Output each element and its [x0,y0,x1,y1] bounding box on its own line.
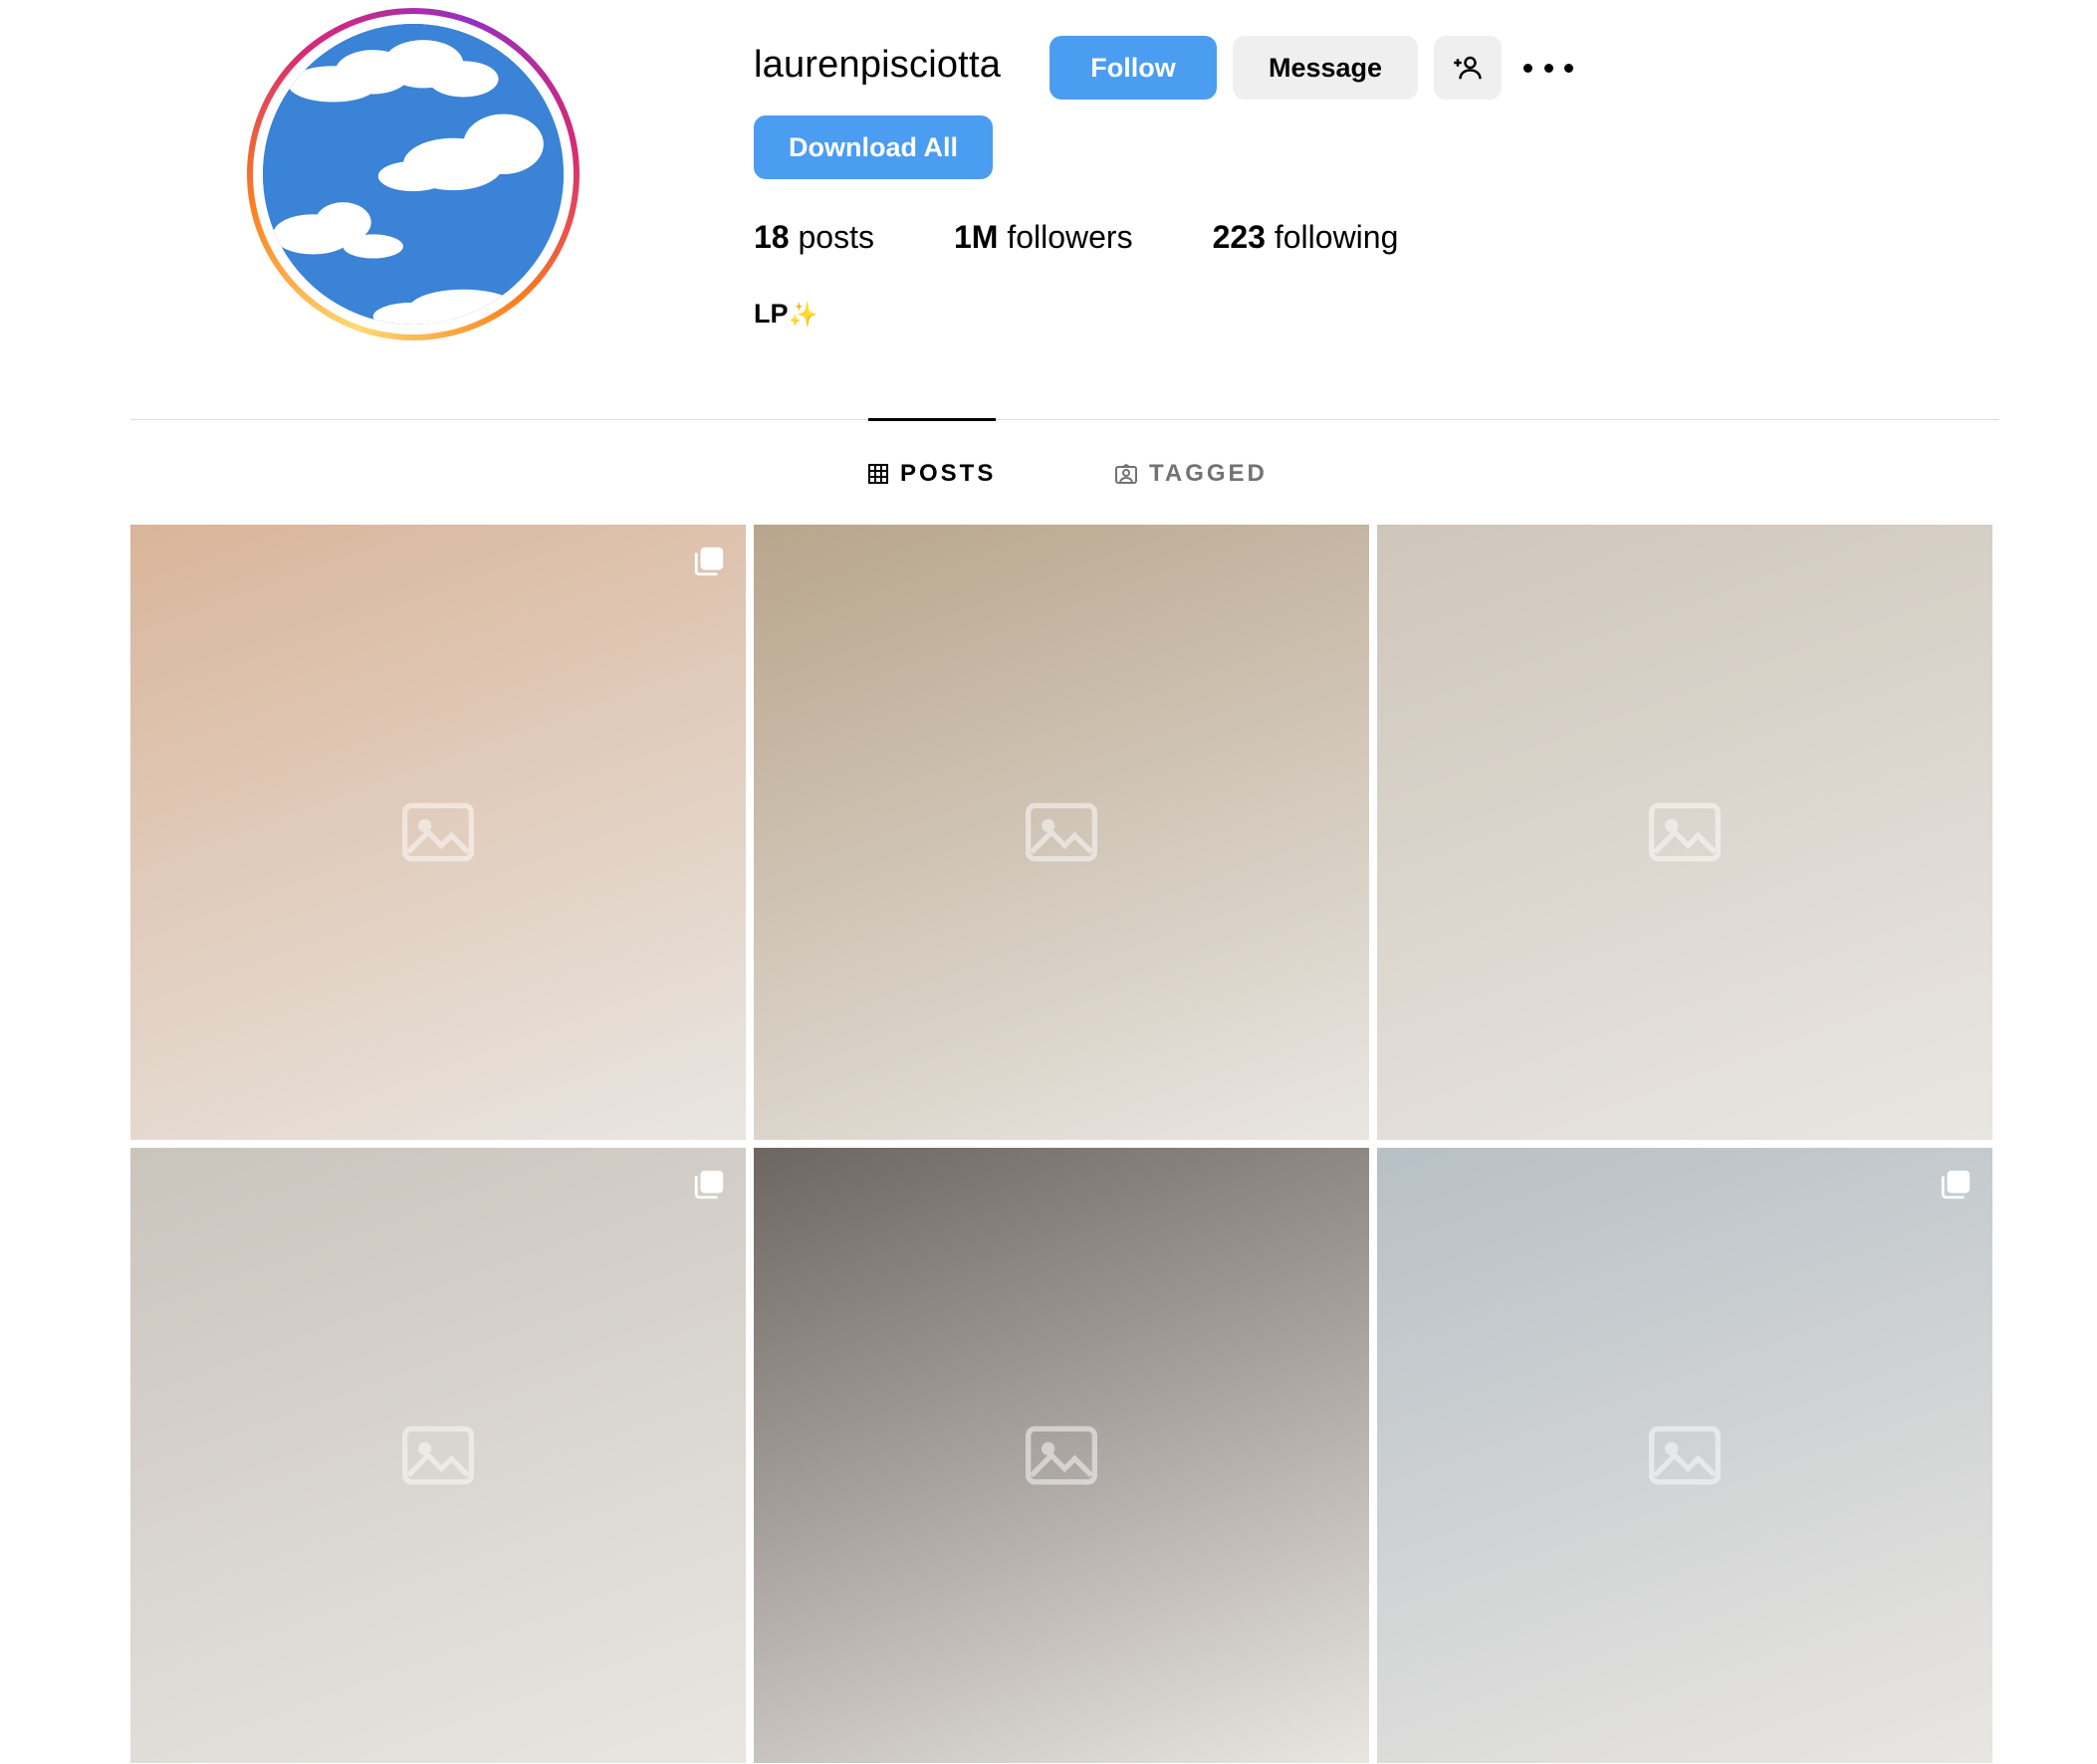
suggest-similar-button[interactable] [1434,36,1502,100]
post-thumbnail[interactable] [1377,525,1992,1140]
carousel-icon [694,547,724,576]
tabs-divider [130,419,1998,420]
image-icon [1026,802,1097,862]
follow-button[interactable]: Follow [1049,36,1217,100]
download-all-button[interactable]: Download All [754,115,993,179]
image-icon [1026,1426,1097,1485]
active-tab-indicator [868,418,996,421]
post-thumbnail[interactable] [754,525,1369,1140]
tab-tagged[interactable]: TAGGED [1115,460,1268,488]
more-options-icon[interactable] [1523,48,1573,88]
profile-stats: 18 posts 1M followers 223 following [754,219,1478,256]
image-icon [1649,802,1721,862]
profile-page: laurenpisciotta Follow Message Download … [0,0,2097,1764]
post-thumbnail[interactable] [130,1148,746,1763]
sparkle-emoji: ✨ [788,302,818,329]
tagged-person-icon [1115,464,1137,484]
image-icon [402,802,474,862]
posts-grid [130,525,1994,1763]
add-person-icon [1454,56,1482,80]
message-button[interactable]: Message [1233,36,1418,100]
stat-posts: 18 posts [754,219,874,255]
stat-followers[interactable]: 1M followers [954,219,1133,256]
carousel-icon [694,1170,724,1200]
stat-following[interactable]: 223 following [1213,219,1399,256]
avatar[interactable] [263,24,564,325]
post-thumbnail[interactable] [130,525,746,1140]
carousel-icon [1941,1170,1971,1200]
post-thumbnail[interactable] [1377,1148,1992,1763]
profile-bio: LP✨ [754,299,818,329]
profile-username: laurenpisciotta [754,44,1002,86]
story-ring[interactable] [247,8,580,340]
tab-posts[interactable]: POSTS [868,460,996,488]
image-icon [402,1426,474,1485]
post-thumbnail[interactable] [754,1148,1369,1763]
grid-icon [868,464,888,484]
image-icon [1649,1426,1721,1485]
sky-clouds-avatar-icon [263,24,564,325]
